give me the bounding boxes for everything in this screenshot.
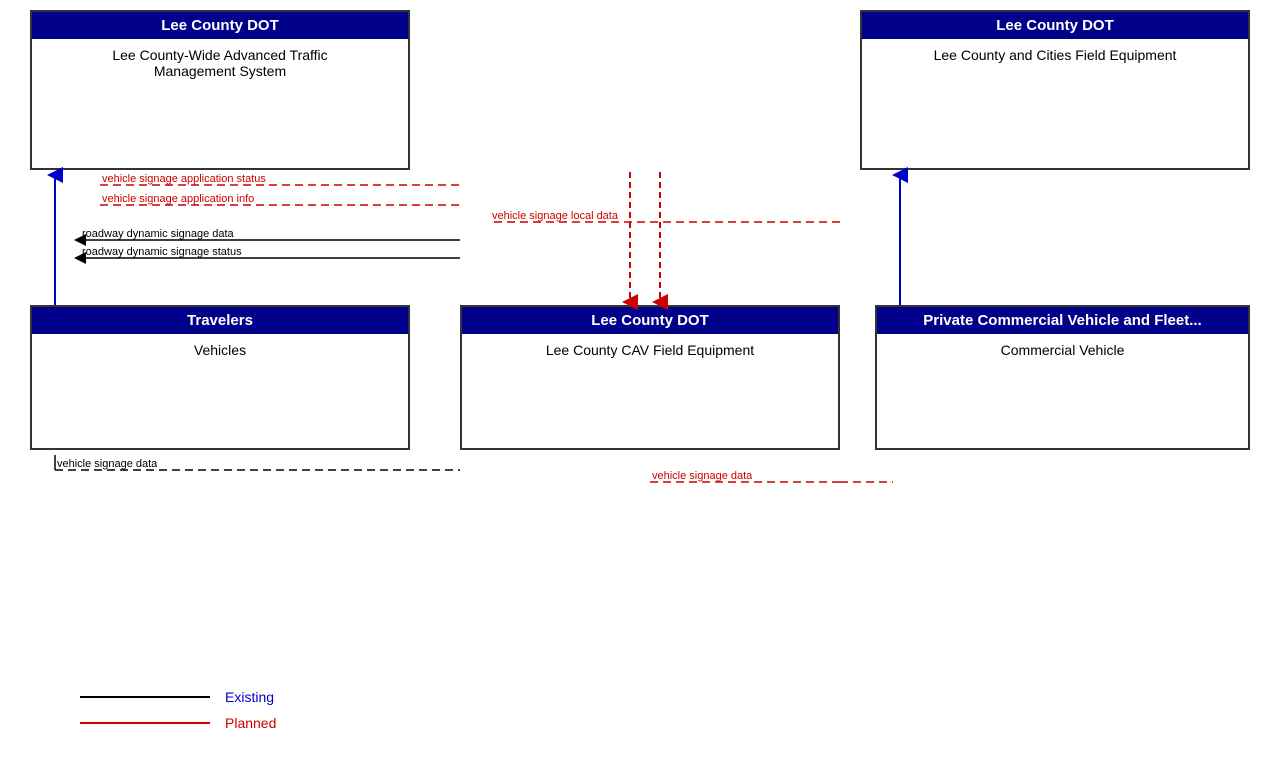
- planned-line: [80, 722, 210, 724]
- commercial-header: Private Commercial Vehicle and Fleet...: [877, 307, 1248, 334]
- atms-node: Lee County DOT Lee County-Wide Advanced …: [30, 10, 410, 170]
- vehicles-node: Travelers Vehicles: [30, 305, 410, 450]
- svg-text:vehicle signage application st: vehicle signage application status: [102, 173, 266, 185]
- field-equipment-body: Lee County and Cities Field Equipment: [862, 39, 1248, 119]
- atms-header: Lee County DOT: [32, 12, 408, 39]
- commercial-body: Commercial Vehicle: [877, 334, 1248, 414]
- field-equipment-node: Lee County DOT Lee County and Cities Fie…: [860, 10, 1250, 170]
- diagram-container: Lee County DOT Lee County-Wide Advanced …: [0, 0, 1261, 761]
- cav-node: Lee County DOT Lee County CAV Field Equi…: [460, 305, 840, 450]
- svg-text:roadway dynamic signage status: roadway dynamic signage status: [82, 246, 242, 258]
- svg-text:vehicle signage data: vehicle signage data: [57, 458, 158, 470]
- planned-label: Planned: [225, 715, 276, 731]
- atms-body: Lee County-Wide Advanced TrafficManageme…: [32, 39, 408, 119]
- svg-text:vehicle signage application in: vehicle signage application info: [102, 193, 254, 205]
- existing-label: Existing: [225, 689, 274, 705]
- vehicles-body: Vehicles: [32, 334, 408, 414]
- svg-text:roadway dynamic signage data: roadway dynamic signage data: [82, 228, 235, 240]
- legend-existing: Existing: [80, 689, 276, 705]
- existing-line: [80, 696, 210, 698]
- vehicles-header: Travelers: [32, 307, 408, 334]
- commercial-node: Private Commercial Vehicle and Fleet... …: [875, 305, 1250, 450]
- legend: Existing Planned: [80, 689, 276, 731]
- cav-header: Lee County DOT: [462, 307, 838, 334]
- field-equipment-header: Lee County DOT: [862, 12, 1248, 39]
- svg-text:vehicle signage data: vehicle signage data: [652, 470, 753, 482]
- cav-body: Lee County CAV Field Equipment: [462, 334, 838, 414]
- svg-text:vehicle signage local data: vehicle signage local data: [492, 210, 619, 222]
- legend-planned: Planned: [80, 715, 276, 731]
